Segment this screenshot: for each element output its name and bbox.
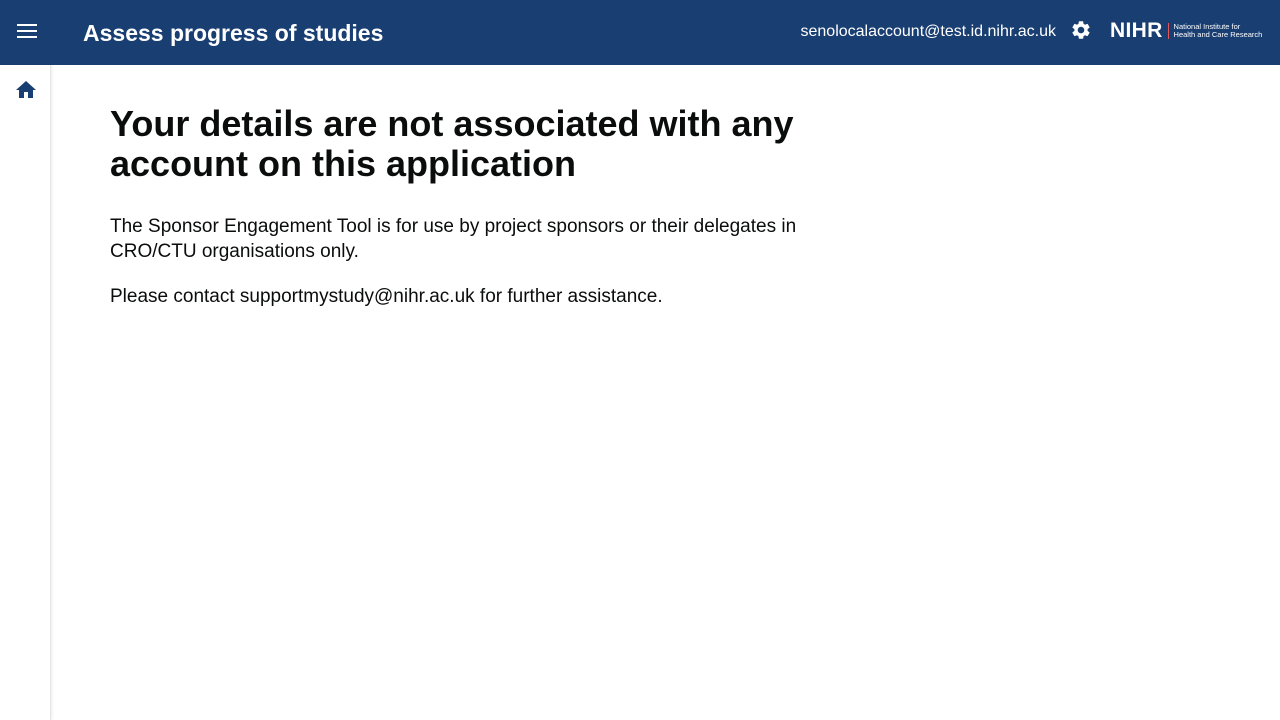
sidebar [0, 65, 51, 720]
menu-button[interactable] [9, 15, 45, 51]
logo-divider [1167, 23, 1169, 39]
top-app-bar: Assess progress of studies senolocalacco… [0, 0, 1280, 65]
page-heading: Your details are not associated with any… [110, 103, 794, 184]
home-button[interactable] [12, 78, 40, 106]
logo-subtitle-line2: Health and Care Research [1173, 30, 1263, 39]
app-title: Assess progress of studies [83, 20, 384, 46]
nihr-logo: NIHR National Institute for Health and C… [1110, 18, 1262, 44]
user-email: senolocalaccount@test.id.nihr.ac.uk [800, 23, 1057, 40]
logo-mark: NIHR [1110, 19, 1163, 42]
gear-icon [1070, 19, 1092, 46]
main-content: Your details are not associated with any… [110, 104, 830, 309]
home-icon [14, 78, 38, 107]
settings-button[interactable] [1066, 17, 1096, 47]
contact-paragraph: Please contact supportmystudy@nihr.ac.uk… [110, 286, 663, 307]
info-paragraph: The Sponsor Engagement Tool is for use b… [110, 216, 797, 262]
hamburger-menu-icon [17, 23, 37, 43]
logo-subtitle: National Institute for Health and Care R… [1173, 22, 1263, 40]
